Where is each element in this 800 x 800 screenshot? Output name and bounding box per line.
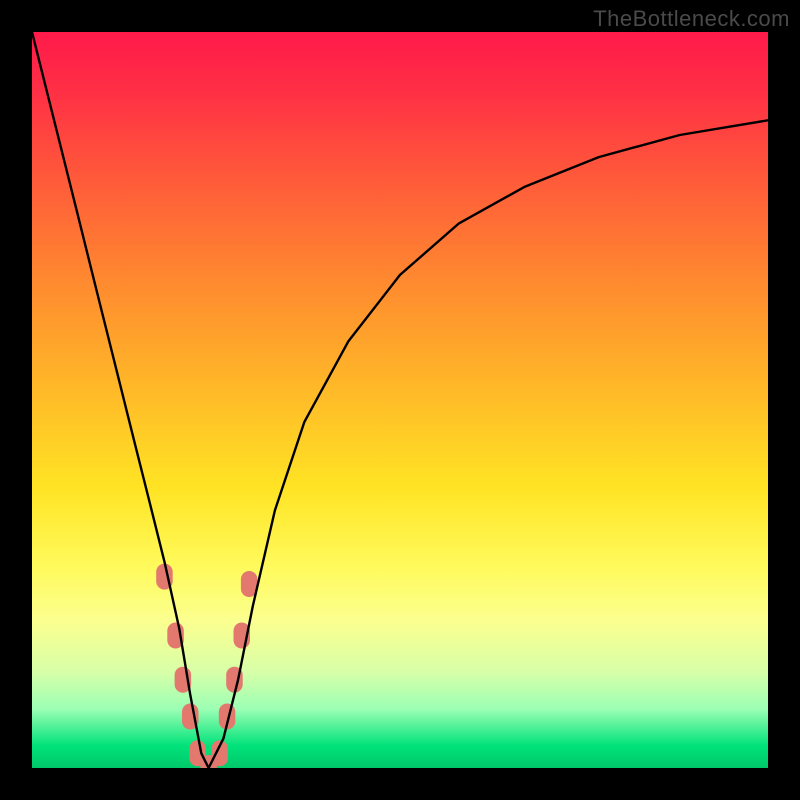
chart-frame: TheBottleneck.com xyxy=(0,0,800,800)
plot-area xyxy=(32,32,768,768)
watermark-text: TheBottleneck.com xyxy=(593,6,790,32)
series-right-branch xyxy=(209,120,768,768)
chart-svg xyxy=(32,32,768,768)
curve-layer xyxy=(32,32,768,768)
series-left-branch xyxy=(32,32,209,768)
